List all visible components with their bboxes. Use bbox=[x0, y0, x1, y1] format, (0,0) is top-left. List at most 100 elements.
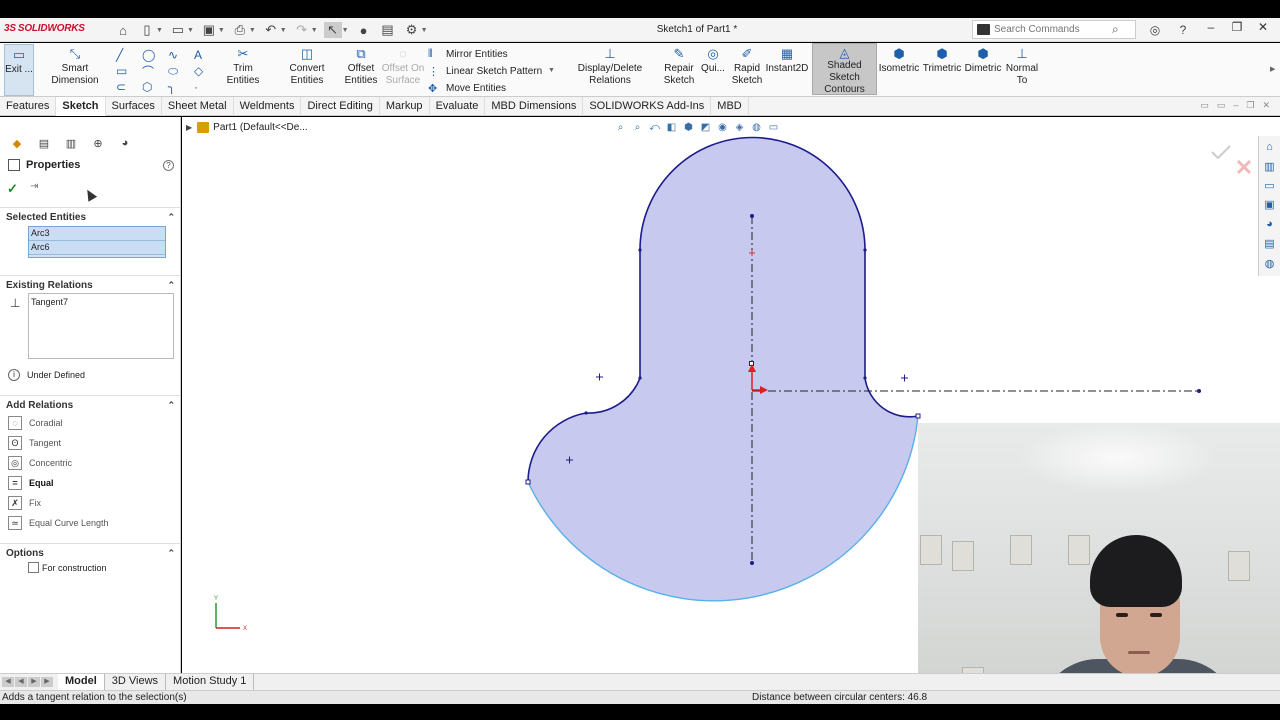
tab-mbd[interactable]: MBD bbox=[711, 97, 749, 116]
trimetric-view-button[interactable]: ⬢ Trimetric bbox=[922, 46, 962, 75]
configuration-manager-icon[interactable]: ▥ bbox=[58, 135, 84, 151]
offset-entities-button[interactable]: ⧉ Offset Entities bbox=[343, 46, 379, 87]
plane-icon[interactable]: ◇ bbox=[194, 63, 220, 79]
convert-entities-button[interactable]: ◫ Convert Entities bbox=[274, 46, 340, 87]
sketch-point[interactable] bbox=[750, 561, 754, 565]
sketch-point[interactable] bbox=[863, 376, 867, 380]
user-icon[interactable]: ◎ bbox=[1144, 21, 1166, 39]
dimetric-view-button[interactable]: ⬢ Dimetric bbox=[964, 46, 1002, 75]
save-icon[interactable]: ▣ bbox=[200, 22, 218, 38]
ellipse-icon[interactable]: ⬭ bbox=[168, 63, 194, 79]
rectangle-icon[interactable]: ▭ bbox=[116, 63, 142, 79]
offset-on-surface-button[interactable]: ◌ Offset On Surface bbox=[381, 46, 425, 87]
doc-cascade-icon[interactable]: ▭ bbox=[1217, 100, 1226, 111]
tab-mbd-dimensions[interactable]: MBD Dimensions bbox=[485, 97, 584, 116]
move-entities-button[interactable]: ✥ Move Entities bbox=[428, 80, 542, 97]
solidworks-logo[interactable]: 3S SOLIDWORKS bbox=[4, 23, 85, 34]
smart-dimension-button[interactable]: ⤡ Smart Dimension bbox=[40, 46, 110, 87]
home-icon[interactable]: ⌂ bbox=[114, 22, 132, 38]
search-commands[interactable]: ⌕ bbox=[972, 20, 1136, 39]
file-properties-icon[interactable]: ▤ bbox=[379, 22, 397, 38]
sketch-point[interactable] bbox=[749, 361, 754, 366]
pattern-dropdown-icon[interactable]: ▼ bbox=[548, 67, 555, 74]
prev-tab-icon[interactable]: ◀ bbox=[15, 677, 27, 687]
sketch-point[interactable] bbox=[638, 248, 642, 252]
dimxpert-icon[interactable]: ⊕ bbox=[85, 135, 111, 151]
close-icon[interactable]: ✕ bbox=[1250, 20, 1276, 34]
sketch-point[interactable] bbox=[584, 411, 588, 415]
tab-sketch[interactable]: Sketch bbox=[56, 97, 106, 116]
relation-tangent[interactable]: ʘ Tangent bbox=[8, 433, 109, 453]
doc-restore-icon[interactable]: ❐ bbox=[1246, 100, 1254, 111]
isometric-view-button[interactable]: ⬢ Isometric bbox=[879, 46, 920, 75]
relation-coradial[interactable]: ◌ Coradial bbox=[8, 413, 109, 433]
select-arrow-icon[interactable]: ↖ bbox=[323, 22, 342, 38]
design-library-icon[interactable]: ▥ bbox=[1263, 159, 1277, 173]
ok-check-icon[interactable]: ✓ bbox=[7, 181, 18, 197]
exit-sketch-button[interactable]: ▭ Exit ... bbox=[4, 44, 34, 96]
appearance-icon[interactable]: ◕ bbox=[112, 135, 138, 151]
help-icon[interactable]: ? bbox=[163, 159, 174, 171]
quick-snaps-button[interactable]: ◎ Qui... bbox=[700, 46, 726, 75]
repair-sketch-button[interactable]: ✎ Repair Sketch bbox=[664, 46, 695, 87]
relation-concentric[interactable]: ◎ Concentric bbox=[8, 453, 109, 473]
mirror-entities-button[interactable]: ⫴ Mirror Entities bbox=[428, 46, 542, 63]
solidworks-forum-icon[interactable]: ◍ bbox=[1263, 257, 1277, 270]
selected-entities-header[interactable]: Selected Entities ⌃ bbox=[0, 208, 181, 227]
text-icon[interactable]: A bbox=[194, 47, 220, 63]
view-palette-icon[interactable]: ▣ bbox=[1263, 198, 1277, 211]
fillet-icon[interactable]: ╮ bbox=[168, 79, 194, 95]
sketch-point[interactable] bbox=[750, 214, 754, 218]
tab-evaluate[interactable]: Evaluate bbox=[430, 97, 486, 116]
tab-markup[interactable]: Markup bbox=[380, 97, 430, 116]
line-icon[interactable]: ╱ bbox=[116, 47, 142, 63]
rapid-sketch-button[interactable]: ✐ Rapid Sketch bbox=[732, 46, 763, 87]
resources-home-icon[interactable]: ⌂ bbox=[1263, 140, 1277, 153]
file-explorer-icon[interactable]: ▭ bbox=[1263, 179, 1277, 192]
tab-motion-study[interactable]: Motion Study 1 bbox=[166, 674, 255, 690]
trim-entities-button[interactable]: ✂ Trim Entities bbox=[218, 46, 268, 87]
custom-properties-icon[interactable]: ▤ bbox=[1263, 237, 1277, 250]
sketch-point[interactable] bbox=[638, 376, 642, 380]
print-icon[interactable]: ⎙ bbox=[231, 22, 249, 38]
relation-fix[interactable]: ✗ Fix bbox=[8, 493, 109, 513]
rebuild-icon[interactable]: ● bbox=[355, 22, 373, 38]
display-delete-relations-button[interactable]: ⊥ Display/Delete Relations bbox=[560, 46, 660, 87]
options-header[interactable]: Options ⌃ bbox=[0, 544, 181, 563]
confirmation-corner[interactable] bbox=[1211, 145, 1252, 175]
doc-minimize-icon[interactable]: – bbox=[1233, 100, 1238, 111]
sketch-point[interactable] bbox=[915, 413, 921, 419]
sketch-point[interactable] bbox=[525, 479, 531, 485]
relation-equal-curve-length[interactable]: ≃ Equal Curve Length bbox=[8, 513, 109, 533]
tab-features[interactable]: Features bbox=[0, 97, 57, 116]
slot-icon[interactable]: ⊂ bbox=[116, 79, 142, 95]
ribbon-overflow-icon[interactable]: ▶ bbox=[1270, 65, 1275, 73]
linear-pattern-button[interactable]: ⋮ Linear Sketch Pattern bbox=[428, 63, 542, 80]
tab-sheet-metal[interactable]: Sheet Metal bbox=[162, 97, 234, 116]
minimize-icon[interactable]: – bbox=[1198, 20, 1224, 34]
restore-icon[interactable]: ❐ bbox=[1224, 20, 1250, 34]
tab-solidworks-add-ins[interactable]: SOLIDWORKS Add-Ins bbox=[583, 97, 712, 116]
pushpin-icon[interactable]: ⇥ bbox=[30, 181, 38, 192]
redo-icon[interactable]: ↷ bbox=[293, 22, 311, 38]
doc-close-icon[interactable]: ✕ bbox=[1262, 100, 1270, 111]
checkbox[interactable] bbox=[28, 562, 39, 573]
new-doc-icon[interactable]: ▯ bbox=[138, 22, 156, 38]
sketch-point[interactable] bbox=[1197, 389, 1201, 393]
feature-manager-icon[interactable]: ◆ bbox=[4, 135, 30, 151]
appearances-icon[interactable]: ◕ bbox=[1263, 218, 1277, 231]
arc-icon[interactable]: ⌒ bbox=[142, 63, 168, 79]
doc-tile-icon[interactable]: ▭ bbox=[1200, 100, 1209, 111]
last-tab-icon[interactable]: ▶ bbox=[41, 677, 53, 687]
existing-relations-list[interactable]: Tangent7 bbox=[28, 293, 174, 359]
relation-equal[interactable]: = Equal bbox=[8, 473, 109, 493]
open-folder-icon[interactable]: ▭ bbox=[169, 22, 187, 38]
tab-surfaces[interactable]: Surfaces bbox=[106, 97, 162, 116]
tab-3d-views[interactable]: 3D Views bbox=[105, 674, 167, 690]
sketch-point[interactable] bbox=[863, 248, 867, 252]
polygon-icon[interactable]: ⬡ bbox=[142, 79, 168, 95]
list-item[interactable]: Arc3 bbox=[29, 227, 165, 241]
search-icon[interactable]: ⌕ bbox=[1112, 22, 1119, 37]
shaded-sketch-contours-button[interactable]: ◬ Shaded Sketch Contours bbox=[812, 43, 877, 95]
normal-to-button[interactable]: ⊥ Normal To bbox=[1004, 46, 1040, 87]
